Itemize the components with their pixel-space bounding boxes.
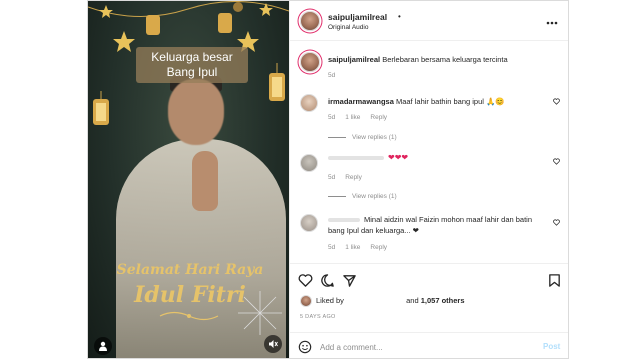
post-media-video[interactable]: Keluarga besar Bang Ipul Selamat Hari Ra…: [88, 1, 289, 358]
comment-meta: 5d Reply: [328, 174, 372, 181]
comment-meta: 5d 1 like Reply: [328, 244, 397, 251]
comment-text: Maaf lahir bathin bang ipul 🙏😊: [395, 97, 505, 106]
liked-by-summary[interactable]: Liked by and 1,057 others: [316, 296, 465, 305]
liked-by-label: Liked by: [316, 296, 344, 305]
comment-meta: 5d 1 like Reply: [328, 114, 397, 121]
media-caption-line2: Bang Ipul: [166, 65, 218, 79]
add-comment-bar: Post: [290, 332, 568, 358]
blurred-username: [328, 218, 360, 222]
comment-text-line2: bang Ipul dan keluarga... ❤: [328, 225, 548, 236]
post-details-panel: saipuljamilreal • Original Audio saipulj…: [289, 1, 568, 358]
post-date: 5 DAYS AGO: [300, 314, 336, 320]
comment-likes[interactable]: 1 like: [345, 114, 360, 121]
comment-reply-button[interactable]: Reply: [370, 114, 387, 121]
post-header: saipuljamilreal • Original Audio: [290, 1, 568, 41]
comment-text-line2-text: bang Ipul dan keluarga... ❤: [328, 226, 419, 235]
save-bookmark-icon[interactable]: [547, 273, 562, 288]
emoji-icon[interactable]: [298, 340, 312, 354]
greeting-line1: Selamat Hari Raya: [116, 262, 264, 278]
comment-likes[interactable]: 1 like: [345, 244, 360, 251]
caption-username[interactable]: saipuljamilreal: [328, 55, 380, 64]
author-avatar[interactable]: [300, 11, 320, 31]
caption-text: Berlebaran bersama keluarga tercinta: [382, 55, 508, 64]
firework-decoration: [238, 291, 282, 335]
original-audio-link[interactable]: Original Audio: [328, 24, 368, 31]
view-replies-button[interactable]: View replies (1): [328, 193, 397, 200]
post-caption: saipuljamilreal Berlebaran bersama kelua…: [328, 54, 558, 65]
blurred-username: [328, 156, 384, 160]
comment-username[interactable]: irmadarmawangsa: [328, 97, 394, 106]
comment-reply-button[interactable]: Reply: [370, 244, 387, 251]
caption-age: 5d: [328, 72, 336, 79]
gold-ornament: [159, 311, 219, 321]
comment-age: 5d: [328, 174, 336, 181]
comment-reply-button[interactable]: Reply: [345, 174, 362, 181]
header-dot: •: [398, 12, 401, 21]
instagram-post-window: Keluarga besar Bang Ipul Selamat Hari Ra…: [87, 0, 569, 359]
comment-bubble-icon[interactable]: [320, 273, 335, 288]
view-replies-button[interactable]: View replies (1): [328, 134, 397, 141]
mute-audio-icon[interactable]: [264, 335, 282, 353]
caption-author-avatar[interactable]: [300, 52, 320, 72]
more-options-icon[interactable]: [546, 14, 558, 28]
share-send-icon[interactable]: [342, 273, 357, 288]
comment-like-heart-icon[interactable]: [553, 98, 560, 105]
person-face: [168, 79, 224, 145]
liker-avatar[interactable]: [300, 295, 312, 307]
media-caption-top: Keluarga besar Bang Ipul: [136, 47, 248, 83]
comment-avatar[interactable]: [300, 154, 318, 172]
media-caption-line1: Keluarga besar: [151, 50, 233, 64]
likes-count[interactable]: 1,057 others: [421, 296, 465, 305]
comment-1: irmadarmawangsa Maaf lahir bathin bang i…: [328, 96, 548, 107]
lantern-icon: [93, 91, 109, 125]
comment-avatar[interactable]: [300, 94, 318, 112]
lantern-icon: [269, 63, 285, 101]
comment-avatar[interactable]: [300, 214, 318, 232]
liked-by-and: and: [406, 296, 419, 305]
post-comment-button[interactable]: Post: [543, 342, 560, 351]
user-tag-icon[interactable]: [94, 337, 112, 355]
comment-text-line1: Minal aidzin wal Faizin mohon maaf lahir…: [364, 215, 533, 224]
comment-text: ❤❤❤: [388, 153, 409, 162]
comment-like-heart-icon[interactable]: [553, 158, 560, 165]
comment-age: 5d: [328, 244, 336, 251]
praying-hands: [192, 151, 218, 211]
comment-age: 5d: [328, 114, 336, 121]
comment-like-heart-icon[interactable]: [553, 219, 560, 226]
author-username[interactable]: saipuljamilreal: [328, 12, 387, 22]
like-heart-icon[interactable]: [298, 273, 313, 288]
comment-input[interactable]: [320, 339, 520, 355]
